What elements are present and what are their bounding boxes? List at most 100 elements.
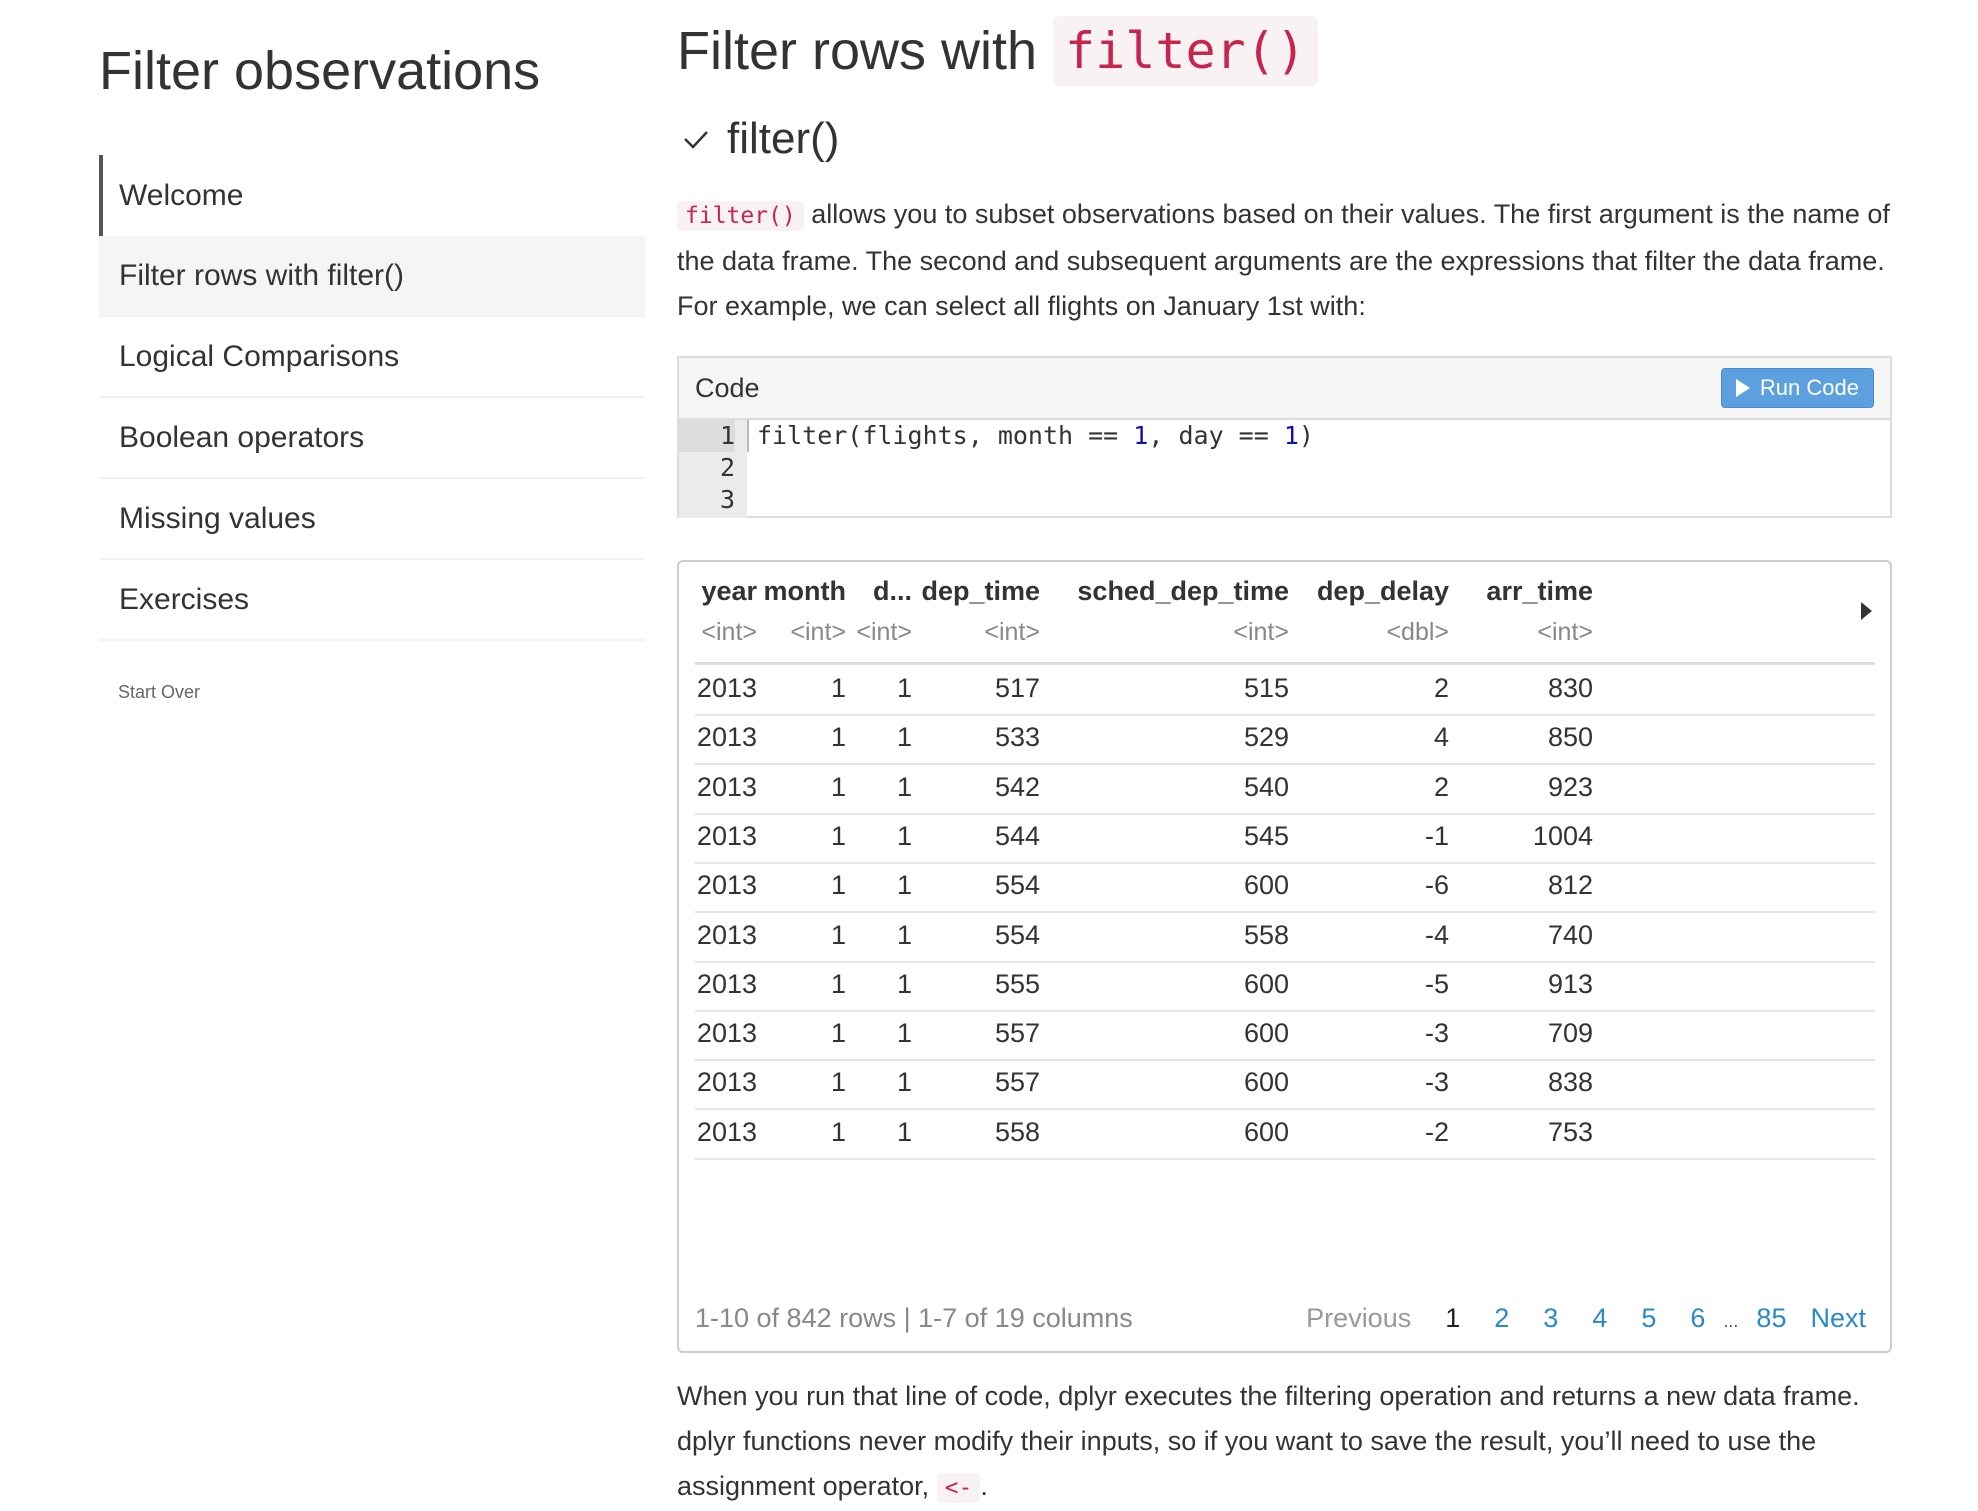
table-cell: -1 — [1424, 820, 1449, 851]
table-row: 2013 1 1 554 558 -4 740 — [695, 912, 1875, 963]
topic-nav: Welcome Filter rows with filter() Logica… — [99, 155, 645, 641]
code-editor[interactable]: 1 2 3 filter(flights, month == 1, day ==… — [679, 420, 1890, 518]
table-cell: 600 — [1243, 1116, 1289, 1147]
column-type: <int> — [984, 618, 1040, 646]
table-cell: 558 — [994, 1116, 1040, 1147]
code-exercise-box: Code Run Code 1 2 3 filter(flights, mont… — [677, 356, 1892, 518]
table-cell: 1 — [830, 919, 846, 950]
nav-item-logical-comparisons[interactable]: Logical Comparisons — [99, 317, 645, 398]
table-cell: 557 — [994, 1067, 1040, 1098]
pagination-page[interactable]: 4 — [1592, 1303, 1607, 1334]
table-cell: 515 — [1243, 673, 1289, 703]
line-number-gutter: 1 2 3 — [679, 420, 747, 518]
table-cell: 2013 — [696, 1018, 757, 1049]
table-cell: 1 — [896, 673, 912, 703]
start-over-link[interactable]: Start Over — [118, 682, 200, 703]
code-token: , day == — [1148, 421, 1284, 450]
column-type: <int> — [1537, 618, 1593, 646]
data-table: year <int> month <int> d... <int> dep_time <int… — [677, 560, 1892, 1353]
column-type: <dbl> — [1386, 618, 1449, 646]
table-cell: 545 — [1243, 820, 1289, 851]
nav-item-filter-rows[interactable]: Filter rows with filter() — [99, 236, 645, 317]
table-cell: 1 — [830, 968, 846, 999]
table-cell: 2 — [1433, 673, 1449, 703]
checkmark-icon — [684, 131, 708, 149]
pagination-ellipsis: ... — [1723, 1311, 1739, 1331]
pagination-page[interactable]: 6 — [1690, 1303, 1705, 1334]
table-cell: 600 — [1243, 1018, 1289, 1049]
pagination-page[interactable]: 3 — [1543, 1303, 1558, 1334]
table-cell: 542 — [994, 771, 1040, 802]
table-cell: 2013 — [696, 968, 757, 999]
table-cell: 517 — [994, 673, 1040, 703]
table-cell: 1 — [830, 1018, 846, 1049]
table-cell: 838 — [1547, 1067, 1593, 1098]
nav-item-boolean-operators[interactable]: Boolean operators — [99, 398, 645, 479]
pagination-previous[interactable]: Previous — [1306, 1303, 1411, 1334]
pagination: Previous 1 2 3 4 5 6 ... 85 Next — [1272, 1303, 1866, 1334]
column-type: <int> — [790, 618, 846, 646]
table-cell: 554 — [994, 919, 1040, 950]
code-box-label: Code — [695, 372, 760, 403]
table-row: 2013 1 1 542 540 2 923 — [695, 764, 1875, 815]
table-cell: 1 — [830, 820, 846, 851]
table-row: 2013 1 1 557 600 -3 838 — [695, 1059, 1875, 1111]
inline-code-assign: <- — [936, 1473, 981, 1503]
table-row: 2013 1 1 558 600 -2 753 — [695, 1109, 1875, 1160]
next-columns-arrow-icon[interactable] — [1861, 602, 1872, 620]
table-cell: 2013 — [696, 1067, 757, 1098]
table-cell: 2013 — [696, 870, 757, 901]
table-cell: 830 — [1547, 673, 1593, 703]
table-cell: -2 — [1424, 1116, 1449, 1147]
table-cell: 2013 — [696, 673, 757, 703]
column-header: dep_delay — [1316, 576, 1449, 606]
table-cell: 2013 — [696, 722, 757, 753]
nav-item-welcome[interactable]: Welcome — [99, 155, 645, 236]
pagination-page-current[interactable]: 1 — [1445, 1303, 1460, 1334]
pagination-page[interactable]: 2 — [1494, 1303, 1509, 1334]
table-cell: 1 — [896, 870, 912, 901]
intro-text: allows you to subset observations based … — [677, 199, 1890, 321]
run-code-button[interactable]: Run Code — [1720, 368, 1874, 408]
table-cell: -5 — [1424, 968, 1449, 999]
pagination-page-last[interactable]: 85 — [1756, 1303, 1786, 1334]
pagination-page[interactable]: 5 — [1641, 1303, 1656, 1334]
table-cell: 557 — [994, 1018, 1040, 1049]
table-row: 2013 1 1 544 545 -1 1004 — [695, 813, 1875, 864]
table-cell: 1004 — [1532, 820, 1593, 851]
table-cell: 913 — [1547, 968, 1593, 999]
code-line-1[interactable]: filter(flights, month == 1, day == 1) — [747, 420, 1890, 452]
code-number: 1 — [1283, 421, 1299, 450]
section-heading: filter() — [681, 114, 839, 164]
table-cell: 558 — [1243, 919, 1289, 950]
nav-item-exercises[interactable]: Exercises — [99, 560, 645, 641]
nav-item-missing-values[interactable]: Missing values — [99, 479, 645, 560]
column-header: dep_time — [921, 576, 1040, 606]
table-row-count: 1-10 of 842 rows | 1-7 of 19 columns — [695, 1303, 1133, 1333]
tutorial-title: Filter observations — [99, 41, 541, 101]
table-cell: -4 — [1424, 919, 1449, 950]
table-row: 2013 1 1 555 600 -5 913 — [695, 961, 1875, 1012]
table-cell: 923 — [1547, 771, 1593, 802]
table-cell: 600 — [1243, 968, 1289, 999]
column-header: d... — [873, 576, 912, 606]
table-cell: 1 — [896, 820, 912, 851]
column-header: year — [701, 576, 757, 606]
table-cell: 2013 — [696, 820, 757, 851]
pagination-next[interactable]: Next — [1810, 1303, 1866, 1334]
table-cell: 2013 — [696, 1116, 757, 1147]
intro-paragraph: filter() allows you to subset observatio… — [677, 192, 1894, 329]
table-cell: 2 — [1433, 771, 1449, 802]
table-cell: 1 — [830, 673, 846, 703]
page-title-text: Filter rows with — [677, 21, 1038, 81]
table-cell: 2013 — [696, 771, 757, 802]
column-header: month — [763, 576, 846, 606]
table-cell: -3 — [1424, 1018, 1449, 1049]
column-header: arr_time — [1486, 576, 1593, 606]
column-header: sched_dep_time — [1077, 576, 1289, 606]
play-icon — [1735, 379, 1750, 397]
table-row: 2013 1 1 557 600 -3 709 — [695, 1010, 1875, 1062]
table-cell: 1 — [830, 1116, 846, 1147]
table-cell: 850 — [1547, 722, 1593, 753]
run-code-label: Run Code — [1759, 375, 1859, 400]
